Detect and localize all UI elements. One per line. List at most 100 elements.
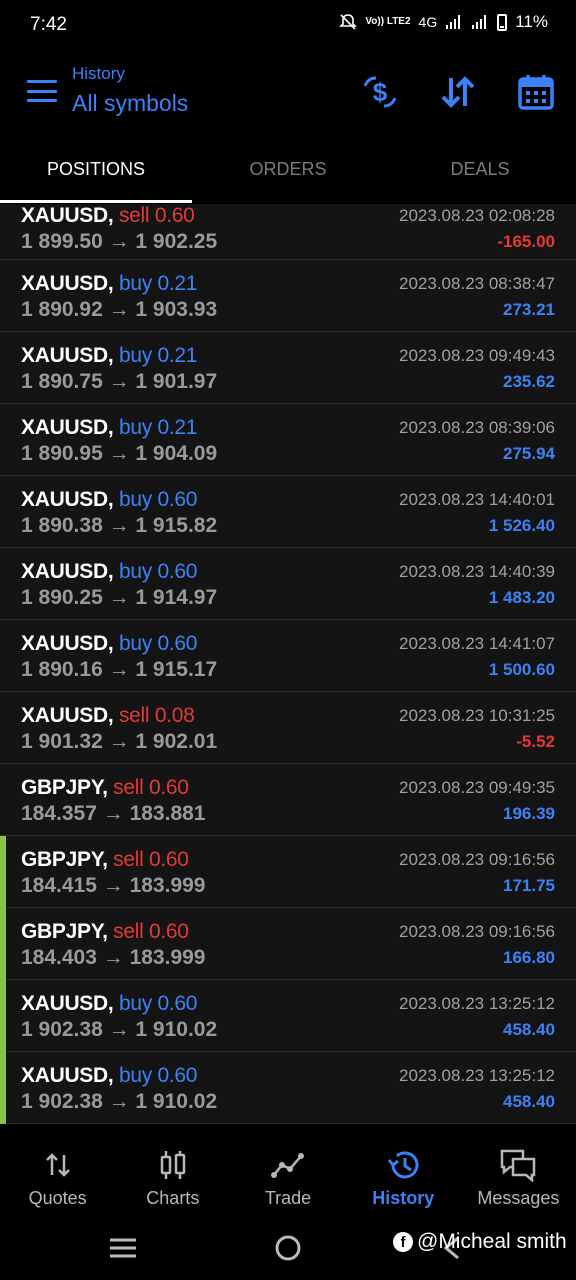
- menu-icon[interactable]: [27, 80, 57, 102]
- quotes-icon: [43, 1148, 73, 1182]
- row-symbol: GBPJPY, sell 0.60: [21, 920, 189, 944]
- trade-side: buy 0.60: [118, 992, 198, 1015]
- network-type: 4G: [418, 14, 438, 30]
- trade-side: sell 0.08: [118, 704, 195, 727]
- open-close-prices: 1 890.92 → 1 903.93: [21, 298, 218, 321]
- trade-side: buy 0.21: [118, 416, 198, 439]
- charts-icon: [158, 1148, 188, 1182]
- open-close-prices: 1 890.25 → 1 914.97: [21, 586, 218, 609]
- position-row[interactable]: XAUUSD, buy 0.60 1 902.38 → 1 910.02 2023.…: [0, 980, 576, 1052]
- active-tab-indicator: [0, 200, 192, 203]
- row-symbol: XAUUSD, buy 0.21: [21, 344, 197, 368]
- trade-date: 2023.08.23 02:08:28: [399, 206, 555, 225]
- trade-side: buy 0.60: [118, 1064, 198, 1087]
- position-row[interactable]: XAUUSD, buy 0.60 1 902.38 → 1 910.02 2023.…: [0, 1052, 576, 1124]
- row-symbol: XAUUSD, buy 0.21: [21, 272, 197, 296]
- symbol-name: XAUUSD,: [21, 272, 114, 295]
- signal-icon: [446, 15, 461, 29]
- row-symbol: GBPJPY, sell 0.60: [21, 776, 189, 800]
- trade-profit: 273.21: [503, 300, 555, 319]
- bottom-nav: Quotes Charts Trade History Messages: [0, 1124, 576, 1216]
- trade-profit: 196.39: [503, 804, 555, 823]
- position-row[interactable]: XAUUSD, buy 0.60 1 890.25 → 1 914.97 2023.…: [0, 548, 576, 620]
- trade-profit: -5.52: [516, 732, 555, 751]
- watermark-text: @Micheal smith: [417, 1230, 567, 1253]
- row-symbol: XAUUSD, buy 0.60: [21, 1064, 197, 1088]
- position-row[interactable]: XAUUSD, sell 0.08 1 901.32 → 1 902.01 2023…: [0, 692, 576, 764]
- trade-date: 2023.08.23 10:31:25: [399, 706, 555, 725]
- row-marker: [0, 908, 6, 980]
- trade-date: 2023.08.23 08:38:47: [399, 274, 555, 293]
- position-row[interactable]: XAUUSD, buy 0.21 1 890.75 → 1 901.97 2023.…: [0, 332, 576, 404]
- nav-messages[interactable]: Messages: [461, 1124, 576, 1216]
- recent-apps-icon[interactable]: [110, 1238, 136, 1263]
- nav-charts-label: Charts: [146, 1188, 200, 1208]
- trade-date: 2023.08.23 09:49:35: [399, 778, 555, 797]
- tab-orders[interactable]: ORDERS: [192, 136, 384, 204]
- symbol-name: XAUUSD,: [21, 992, 114, 1015]
- row-symbol: XAUUSD, buy 0.60: [21, 560, 197, 584]
- position-row[interactable]: GBPJPY, sell 0.60 184.403 → 183.999 2023.0…: [0, 908, 576, 980]
- row-symbol: XAUUSD, buy 0.60: [21, 992, 197, 1016]
- nav-charts[interactable]: Charts: [115, 1124, 230, 1216]
- trade-date: 2023.08.23 14:40:01: [399, 490, 555, 509]
- open-close-prices: 1 899.50 → 1 902.25: [21, 230, 218, 253]
- trade-side: buy 0.60: [118, 488, 198, 511]
- symbol-filter-title[interactable]: All symbols: [72, 90, 188, 117]
- position-row[interactable]: XAUUSD, buy 0.21 1 890.92 → 1 903.93 2023.…: [0, 260, 576, 332]
- trade-date: 2023.08.23 13:25:12: [399, 1066, 555, 1085]
- trade-icon: [271, 1148, 305, 1182]
- nav-history[interactable]: History: [346, 1124, 461, 1216]
- app-bar: History All symbols $: [0, 48, 576, 136]
- page-subtitle: History: [72, 64, 125, 83]
- trade-side: buy 0.60: [118, 560, 198, 583]
- home-icon[interactable]: [275, 1235, 301, 1266]
- position-row[interactable]: GBPJPY, sell 0.60 184.357 → 183.881 2023.0…: [0, 764, 576, 836]
- open-close-prices: 1 901.32 → 1 902.01: [21, 730, 218, 753]
- position-row[interactable]: XAUUSD, sell 0.60 1 899.50 → 1 902.25 2023…: [0, 204, 576, 260]
- status-time: 7:42: [30, 14, 67, 35]
- row-marker: [0, 980, 6, 1052]
- volte-indicator: Vo)) LTE2: [365, 16, 411, 27]
- position-row[interactable]: XAUUSD, buy 0.60 1 890.38 → 1 915.82 2023.…: [0, 476, 576, 548]
- trade-profit: 458.40: [503, 1092, 555, 1111]
- tab-positions[interactable]: POSITIONS: [0, 136, 192, 204]
- symbol-name: GBPJPY,: [21, 776, 108, 799]
- watermark: f @Micheal smith: [393, 1230, 567, 1254]
- trade-side: sell 0.60: [118, 204, 195, 227]
- trade-profit: 235.62: [503, 372, 555, 391]
- currency-exchange-icon[interactable]: $: [358, 70, 402, 114]
- trade-date: 2023.08.23 09:16:56: [399, 922, 555, 941]
- open-close-prices: 1 890.75 → 1 901.97: [21, 370, 218, 393]
- nav-trade-label: Trade: [264, 1188, 312, 1208]
- trade-side: sell 0.60: [113, 920, 189, 943]
- positions-list[interactable]: XAUUSD, sell 0.60 1 899.50 → 1 902.25 2023…: [0, 204, 576, 1124]
- trade-side: buy 0.60: [118, 632, 198, 655]
- row-symbol: XAUUSD, sell 0.60: [21, 204, 195, 228]
- trade-date: 2023.08.23 09:49:43: [399, 346, 555, 365]
- open-close-prices: 1 902.38 → 1 910.02: [21, 1090, 218, 1113]
- row-symbol: XAUUSD, sell 0.08: [21, 704, 195, 728]
- nav-trade[interactable]: Trade: [230, 1124, 345, 1216]
- open-close-prices: 1 902.38 → 1 910.02: [21, 1018, 218, 1041]
- symbol-name: GBPJPY,: [21, 920, 108, 943]
- calendar-icon[interactable]: [514, 70, 558, 114]
- row-symbol: XAUUSD, buy 0.60: [21, 488, 197, 512]
- trade-profit: 171.75: [503, 876, 555, 895]
- tab-deals[interactable]: DEALS: [384, 136, 576, 204]
- history-icon: [386, 1148, 420, 1182]
- position-row[interactable]: XAUUSD, buy 0.60 1 890.16 → 1 915.17 2023.…: [0, 620, 576, 692]
- nav-quotes[interactable]: Quotes: [0, 1124, 115, 1216]
- open-close-prices: 1 890.38 → 1 915.82: [21, 514, 218, 537]
- sort-icon[interactable]: [436, 70, 480, 114]
- svg-text:$: $: [373, 77, 388, 107]
- trade-date: 2023.08.23 08:39:06: [399, 418, 555, 437]
- trade-side: sell 0.60: [113, 776, 189, 799]
- tab-bar: POSITIONS ORDERS DEALS: [0, 136, 576, 204]
- trade-side: sell 0.60: [113, 848, 189, 871]
- nav-history-label: History: [372, 1188, 435, 1208]
- position-row[interactable]: XAUUSD, buy 0.21 1 890.95 → 1 904.09 2023.…: [0, 404, 576, 476]
- symbol-name: XAUUSD,: [21, 1064, 114, 1087]
- position-row[interactable]: GBPJPY, sell 0.60 184.415 → 183.999 2023.0…: [0, 836, 576, 908]
- open-close-prices: 1 890.95 → 1 904.09: [21, 442, 218, 465]
